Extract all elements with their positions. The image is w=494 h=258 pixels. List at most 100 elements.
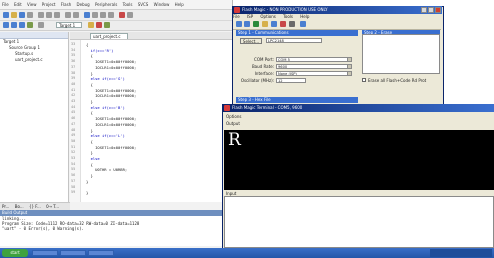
tree-item-target[interactable]: Target 1 — [3, 39, 19, 44]
fm-baud-rate-label: Baud Rate: — [251, 64, 274, 69]
menu-svcs[interactable]: SVCS — [138, 2, 149, 7]
menu-project[interactable]: Project — [42, 2, 56, 7]
tab-uart-project[interactable]: uart_project.c — [90, 33, 128, 39]
code-line: { — [86, 138, 93, 144]
code-line: { — [86, 53, 93, 59]
cut-icon[interactable] — [38, 12, 44, 18]
fm-menu-tools[interactable]: Tools — [283, 14, 293, 19]
tree-item-uart-project[interactable]: uart_project.c — [15, 57, 43, 62]
tab-books[interactable]: Bo... — [15, 204, 24, 209]
fm-com-port-select[interactable]: COM 5 — [276, 57, 352, 62]
new-file-icon[interactable] — [3, 12, 9, 18]
fm-interface-select[interactable]: None (ISP) — [276, 71, 352, 76]
fm-menu-file[interactable]: File — [233, 14, 240, 19]
taskbar-item[interactable] — [60, 250, 86, 256]
code-line: } — [86, 173, 93, 179]
target-select[interactable]: Target 1 — [56, 22, 82, 28]
code-line: IOCLR1=0x00ff0000; — [86, 93, 137, 99]
line-number: 39 — [71, 76, 76, 81]
fm-stop-icon[interactable] — [280, 21, 286, 27]
fm-device-field[interactable]: LPC2148 — [266, 38, 322, 43]
fm-select-device-button[interactable]: Select... — [240, 38, 262, 44]
taskbar-item[interactable] — [32, 250, 58, 256]
outdent-icon[interactable] — [108, 12, 114, 18]
debug-icon[interactable] — [127, 12, 133, 18]
copy-icon[interactable] — [46, 12, 52, 18]
download-icon[interactable] — [38, 22, 44, 28]
menu-file[interactable]: File — [2, 2, 9, 7]
fm-minimize-button[interactable] — [421, 7, 427, 13]
fm-help-icon[interactable] — [300, 21, 306, 27]
indent-icon[interactable] — [100, 12, 106, 18]
code-line: if(c=='R') — [86, 47, 114, 53]
open-folder-icon[interactable] — [11, 12, 17, 18]
fm-lightning-icon[interactable] — [262, 21, 268, 27]
redo-icon[interactable] — [73, 12, 79, 18]
fm-menu-help[interactable]: Help — [300, 14, 309, 19]
editor-tabbar: uart_project.c — [70, 32, 232, 40]
build-output-line: "uart" - 0 Error(s), 0 Warning(s). — [2, 226, 84, 231]
bookmark-icon[interactable] — [92, 12, 98, 18]
fm-play-icon[interactable] — [289, 21, 295, 27]
fm-close-button[interactable] — [435, 7, 441, 13]
translate-icon[interactable] — [3, 22, 9, 28]
build-output-panel: linking... Program Size: Code=1112 RO-da… — [0, 216, 232, 246]
line-number: 48 — [71, 127, 76, 132]
code-line: } — [86, 150, 93, 156]
fm-erase-block-list[interactable] — [362, 34, 440, 74]
line-number: 42 — [71, 93, 76, 98]
tab-project[interactable]: Pr... — [2, 204, 9, 209]
line-number: 50 — [71, 138, 76, 143]
terminal-input-field[interactable] — [224, 196, 494, 248]
fm-maximize-button[interactable] — [428, 7, 434, 13]
menu-view[interactable]: View — [27, 2, 37, 7]
menu-flash[interactable]: Flash — [61, 2, 71, 7]
menu-window[interactable]: Window — [154, 2, 170, 7]
start-button[interactable]: start — [2, 249, 28, 257]
fm-menu-options[interactable]: Options — [260, 14, 275, 19]
manage-components-icon[interactable] — [96, 22, 102, 28]
line-number: 36 — [71, 59, 76, 64]
fm-menu-isp[interactable]: ISP — [247, 14, 253, 19]
undo-icon[interactable] — [65, 12, 71, 18]
tab-templates[interactable]: 0→ T... — [46, 204, 59, 209]
rebuild-icon[interactable] — [19, 22, 25, 28]
save-icon[interactable] — [19, 12, 25, 18]
terminal-titlebar[interactable]: Flash Magic Terminal - COM5, 9600 — [222, 104, 494, 112]
code-line: } — [86, 99, 93, 104]
menu-peripherals[interactable]: Peripherals — [95, 2, 117, 7]
tree-item-startup[interactable]: Startup.s — [15, 51, 33, 56]
paste-icon[interactable] — [54, 12, 60, 18]
fm-search-icon[interactable] — [253, 21, 259, 27]
flash-magic-titlebar[interactable]: Flash Magic - NON PRODUCTION USE ONLY — [232, 6, 442, 14]
menu-debug[interactable]: Debug — [77, 2, 90, 7]
file-extensions-icon[interactable] — [104, 22, 110, 28]
terminal-output-screen[interactable] — [224, 130, 494, 190]
fm-oscillator-field[interactable]: 12 — [276, 78, 306, 83]
code-line: { — [86, 42, 89, 47]
tab-functions[interactable]: {} F... — [29, 204, 41, 209]
tree-item-source-group[interactable]: Source Group 1 — [9, 45, 40, 50]
batch-build-icon[interactable] — [27, 22, 33, 28]
menu-edit[interactable]: Edit — [14, 2, 22, 7]
chevron-down-icon[interactable] — [347, 71, 352, 76]
build-icon[interactable] — [11, 22, 17, 28]
fm-baud-rate-select[interactable]: 9600 — [276, 64, 352, 69]
taskbar-item[interactable] — [88, 250, 114, 256]
line-number: 35 — [71, 53, 76, 58]
fm-open-icon[interactable] — [236, 21, 242, 27]
menu-help[interactable]: Help — [175, 2, 184, 7]
breakpoint-icon[interactable] — [119, 12, 125, 18]
menu-tools[interactable]: Tools — [123, 2, 133, 7]
target-options-icon[interactable] — [88, 22, 94, 28]
fm-erase-all-label: Erase all Flash+Code Rd Prot — [368, 78, 427, 83]
fm-save-icon[interactable] — [244, 21, 250, 27]
find-icon[interactable] — [84, 12, 90, 18]
fm-check-icon[interactable] — [271, 21, 277, 27]
fm-erase-all-checkbox[interactable] — [362, 78, 366, 82]
terminal-options-menu[interactable]: Options — [226, 114, 241, 119]
chevron-down-icon[interactable] — [347, 64, 352, 69]
save-all-icon[interactable] — [27, 12, 33, 18]
chevron-down-icon[interactable] — [347, 57, 352, 62]
terminal-app-icon — [224, 105, 230, 111]
